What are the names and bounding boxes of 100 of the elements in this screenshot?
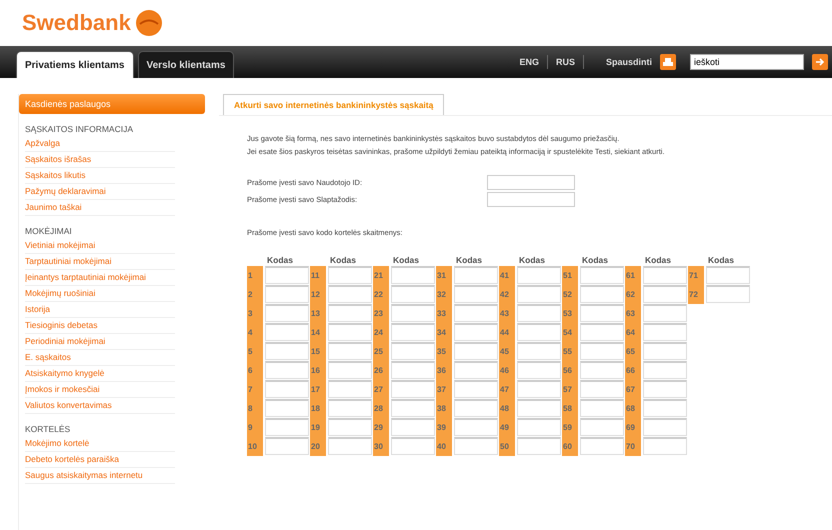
code-input[interactable] <box>454 380 498 398</box>
code-input[interactable] <box>643 323 687 341</box>
sidebar-link[interactable]: Istorija <box>25 302 175 318</box>
code-input[interactable] <box>265 399 309 417</box>
code-input[interactable] <box>391 380 435 398</box>
code-input[interactable] <box>454 323 498 341</box>
code-input[interactable] <box>391 418 435 436</box>
sidebar-link[interactable]: Atsiskaitymo knygelė <box>25 366 175 382</box>
code-input[interactable] <box>580 437 624 455</box>
code-input[interactable] <box>517 418 561 436</box>
code-input[interactable] <box>328 361 372 379</box>
code-input[interactable] <box>580 361 624 379</box>
code-input[interactable] <box>328 266 372 284</box>
code-input[interactable] <box>706 266 750 284</box>
sidebar-link[interactable]: Sąskaitos išrašas <box>25 152 175 168</box>
language-link[interactable]: RUS <box>556 57 575 67</box>
sidebar-link[interactable]: E. sąskaitos <box>25 350 175 366</box>
code-input[interactable] <box>580 342 624 360</box>
code-input[interactable] <box>517 304 561 322</box>
code-input[interactable] <box>643 437 687 455</box>
code-input[interactable] <box>517 380 561 398</box>
code-input[interactable] <box>454 418 498 436</box>
code-input[interactable] <box>643 304 687 322</box>
code-input[interactable] <box>328 304 372 322</box>
code-input[interactable] <box>265 437 309 455</box>
code-input[interactable] <box>643 285 687 303</box>
nav-tab[interactable]: Privatiems klientams <box>16 51 134 78</box>
code-input[interactable] <box>643 418 687 436</box>
code-input[interactable] <box>391 361 435 379</box>
code-input[interactable] <box>391 342 435 360</box>
sidebar-link[interactable]: Sąskaitos likutis <box>25 168 175 184</box>
code-input[interactable] <box>265 304 309 322</box>
code-input[interactable] <box>454 437 498 455</box>
code-input[interactable] <box>580 380 624 398</box>
code-input[interactable] <box>454 361 498 379</box>
code-input[interactable] <box>517 266 561 284</box>
code-input[interactable] <box>328 285 372 303</box>
code-input[interactable] <box>580 285 624 303</box>
input-field[interactable] <box>487 175 575 190</box>
search-field[interactable]: ieškoti <box>690 54 804 70</box>
nav-tab[interactable]: Verslo klientams <box>138 51 234 78</box>
code-input[interactable] <box>643 361 687 379</box>
sidebar-link[interactable]: Apžvalga <box>25 136 175 152</box>
code-input[interactable] <box>391 399 435 417</box>
print-link[interactable]: Spausdinti <box>606 57 652 67</box>
code-input[interactable] <box>580 418 624 436</box>
code-input[interactable] <box>391 266 435 284</box>
code-input[interactable] <box>328 380 372 398</box>
code-input[interactable] <box>517 323 561 341</box>
code-input[interactable] <box>328 323 372 341</box>
sidebar-link[interactable]: Mokėjimo kortelė <box>25 436 175 452</box>
code-input[interactable] <box>328 437 372 455</box>
code-input[interactable] <box>265 266 309 284</box>
code-input[interactable] <box>643 399 687 417</box>
sidebar-link[interactable]: Jaunimo taškai <box>25 200 175 216</box>
code-input[interactable] <box>454 304 498 322</box>
code-input[interactable] <box>391 285 435 303</box>
code-input[interactable] <box>643 342 687 360</box>
sidebar-link[interactable]: Pažymų deklaravimai <box>25 184 175 200</box>
code-input[interactable] <box>454 285 498 303</box>
code-input[interactable] <box>580 399 624 417</box>
code-input[interactable] <box>265 342 309 360</box>
sidebar-link[interactable]: Debeto kortelės paraiška <box>25 452 175 468</box>
code-input[interactable] <box>265 361 309 379</box>
code-input[interactable] <box>517 399 561 417</box>
code-input[interactable] <box>391 304 435 322</box>
sidebar-link[interactable]: Saugus atsiskaitymas internetu <box>25 468 175 484</box>
print-icon[interactable] <box>660 54 676 70</box>
sidebar-link[interactable]: Vietiniai mokėjimai <box>25 238 175 254</box>
sidebar-link[interactable]: Periodiniai mokėjimai <box>25 334 175 350</box>
code-input[interactable] <box>517 437 561 455</box>
code-input[interactable] <box>454 342 498 360</box>
sidebar-link[interactable]: Įmokos ir mokesčiai <box>25 382 175 398</box>
code-input[interactable] <box>265 285 309 303</box>
code-input[interactable] <box>265 418 309 436</box>
code-input[interactable] <box>517 342 561 360</box>
code-input[interactable] <box>265 380 309 398</box>
sidebar-link[interactable]: Įeinantys tarptautiniai mokėjimai <box>25 270 175 286</box>
code-input[interactable] <box>328 342 372 360</box>
code-input[interactable] <box>328 399 372 417</box>
code-input[interactable] <box>328 418 372 436</box>
code-input[interactable] <box>517 361 561 379</box>
code-input[interactable] <box>454 399 498 417</box>
code-input[interactable] <box>580 304 624 322</box>
code-input[interactable] <box>580 323 624 341</box>
code-input[interactable] <box>643 266 687 284</box>
code-input[interactable] <box>517 285 561 303</box>
code-input[interactable] <box>706 285 750 303</box>
code-input[interactable] <box>391 437 435 455</box>
code-input[interactable] <box>391 323 435 341</box>
code-input[interactable] <box>265 323 309 341</box>
code-input[interactable] <box>454 266 498 284</box>
code-input[interactable] <box>580 266 624 284</box>
sidebar-link[interactable]: Tarptautiniai mokėjimai <box>25 254 175 270</box>
content-tab[interactable]: Atkurti savo internetinės bankininkystės sąskaitą <box>223 94 444 115</box>
language-link[interactable]: ENG <box>519 57 539 67</box>
sidebar-link[interactable]: Valiutos konvertavimas <box>25 398 175 414</box>
sidebar-link[interactable]: Tiesioginis debetas <box>25 318 175 334</box>
sidebar-link[interactable]: Mokėjimų ruošiniai <box>25 286 175 302</box>
input-field[interactable] <box>487 192 575 207</box>
